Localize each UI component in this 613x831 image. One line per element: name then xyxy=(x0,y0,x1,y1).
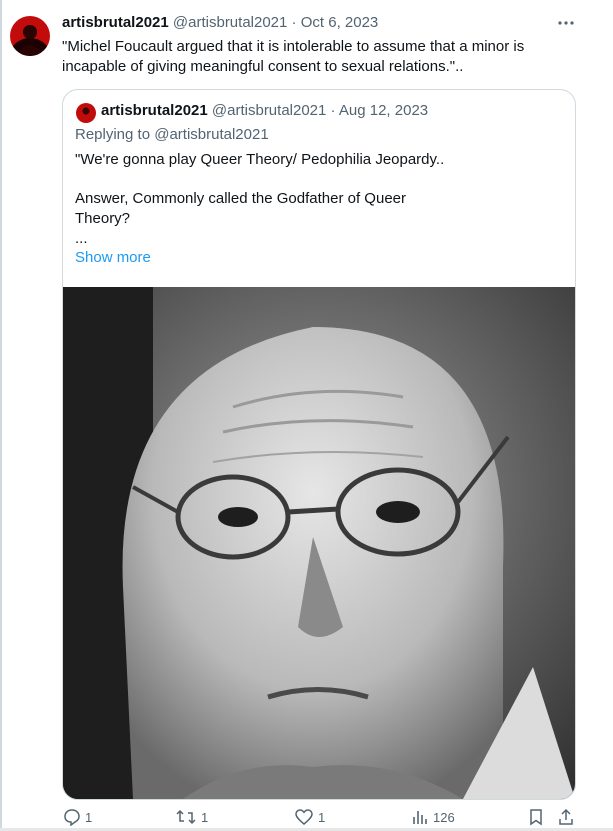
quoted-line: Theory? xyxy=(75,210,131,227)
views-button[interactable]: 126 xyxy=(411,808,455,826)
quoted-line: ... xyxy=(75,230,88,247)
quoted-line: Answer, Commonly called the Godfather of… xyxy=(75,190,406,207)
heart-icon xyxy=(295,809,313,825)
show-more-link[interactable]: Show more xyxy=(75,249,151,266)
separator: · xyxy=(291,14,297,31)
separator: · xyxy=(330,102,336,119)
quoted-text: "We're gonna play Queer Theory/ Pedophil… xyxy=(75,150,545,249)
reply-count: 1 xyxy=(85,809,93,825)
quoted-header: artisbrutal2021 @artisbrutal2021 · Aug 1… xyxy=(101,102,428,119)
thread-line xyxy=(0,0,2,831)
quoted-author-name[interactable]: artisbrutal2021 xyxy=(101,102,208,119)
author-name[interactable]: artisbrutal2021 xyxy=(62,14,169,31)
quoted-date[interactable]: Aug 12, 2023 xyxy=(339,102,428,119)
quoted-line: "We're gonna play Queer Theory/ Pedophil… xyxy=(75,151,445,168)
tweet-text: "Michel Foucault argued that it is intol… xyxy=(62,38,525,75)
action-bar: 1 1 1 126 xyxy=(0,808,613,828)
views-chart-icon xyxy=(413,811,427,824)
retweet-count: 1 xyxy=(201,809,209,825)
retweet-icon xyxy=(176,809,196,825)
like-button[interactable]: 1 xyxy=(294,808,325,826)
retweet-button[interactable]: 1 xyxy=(175,808,208,826)
avatar[interactable] xyxy=(10,16,50,56)
reply-icon xyxy=(64,809,80,826)
bookmark-icon xyxy=(530,809,542,826)
share-icon xyxy=(559,808,573,825)
ellipsis-icon xyxy=(558,21,574,25)
like-count: 1 xyxy=(318,809,326,825)
more-options-button[interactable] xyxy=(556,14,576,35)
quoted-author-handle[interactable]: @artisbrutal2021 xyxy=(212,102,326,119)
quoted-tweet[interactable]: artisbrutal2021 @artisbrutal2021 · Aug 1… xyxy=(62,89,576,800)
avatar-figure-icon xyxy=(16,25,44,56)
views-count: 126 xyxy=(433,809,455,825)
bookmark-button[interactable] xyxy=(528,808,544,826)
portrait-photo[interactable] xyxy=(63,287,575,799)
tweet-header: artisbrutal2021 @artisbrutal2021 · Oct 6… xyxy=(62,14,378,31)
author-handle[interactable]: @artisbrutal2021 xyxy=(173,14,287,31)
replying-to: Replying to @artisbrutal2021 xyxy=(75,126,269,143)
reply-button[interactable]: 1 xyxy=(63,808,92,826)
quoted-avatar[interactable] xyxy=(76,103,96,123)
share-button[interactable] xyxy=(557,808,575,826)
tweet-date[interactable]: Oct 6, 2023 xyxy=(301,14,379,31)
